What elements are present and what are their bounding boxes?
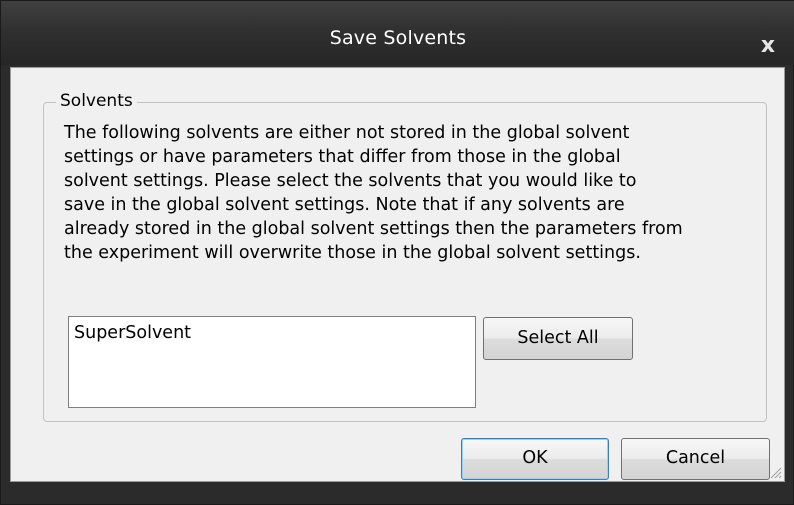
dialog-title: Save Solvents bbox=[329, 27, 467, 49]
description-text: The following solvents are either not st… bbox=[64, 123, 683, 263]
ok-button[interactable]: OK bbox=[461, 438, 609, 480]
close-button[interactable]: x bbox=[757, 35, 779, 57]
size-grip-icon[interactable] bbox=[768, 465, 782, 479]
dialog-content: Solvents The following solvents are eith… bbox=[10, 67, 785, 482]
title-bar[interactable]: Save Solvents x bbox=[1, 1, 794, 65]
list-item[interactable]: SuperSolvent bbox=[74, 323, 191, 343]
close-icon: x bbox=[760, 33, 776, 58]
solvents-listbox[interactable]: SuperSolvent bbox=[68, 316, 476, 408]
solvents-groupbox: Solvents The following solvents are eith… bbox=[43, 91, 767, 422]
groupbox-legend: Solvents bbox=[56, 91, 137, 111]
dialog-window: Save Solvents x Solvents The following s… bbox=[0, 0, 794, 505]
cancel-button[interactable]: Cancel bbox=[621, 438, 770, 480]
select-all-button[interactable]: Select All bbox=[483, 317, 633, 360]
